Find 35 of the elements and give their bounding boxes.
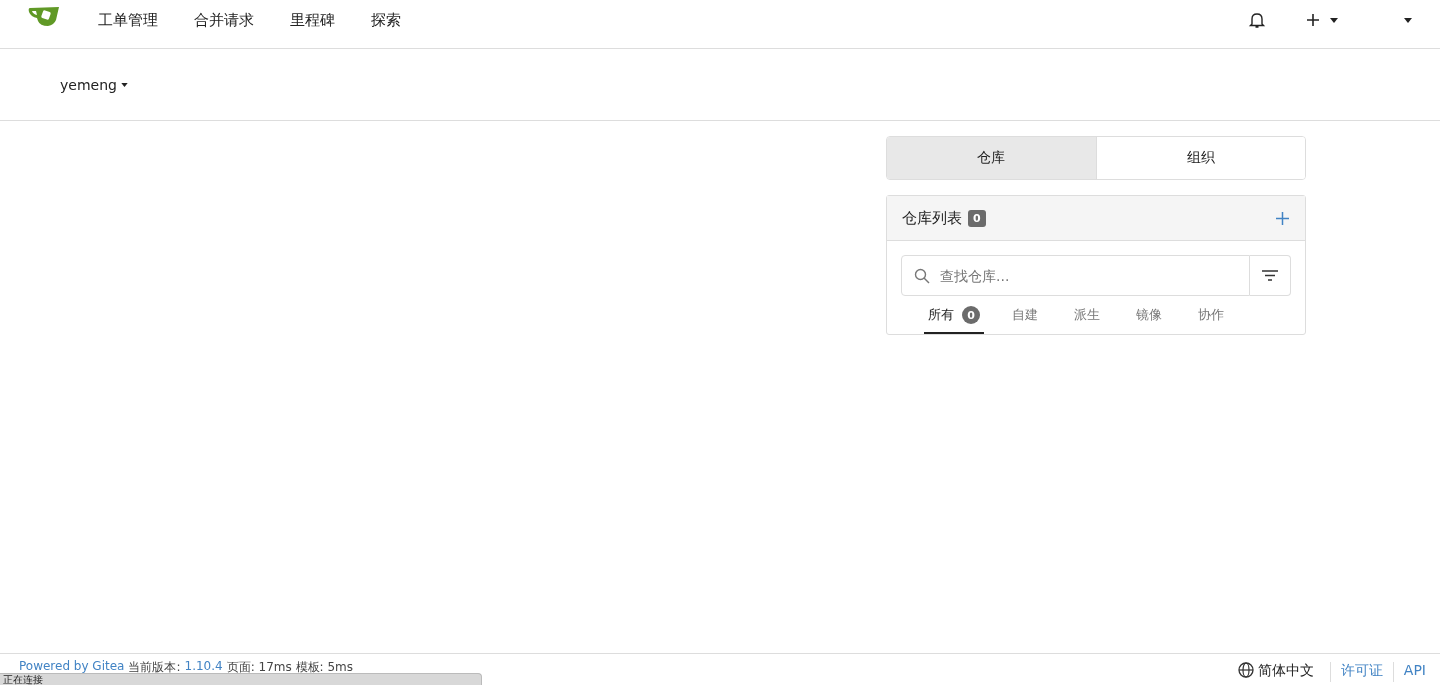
language-selector[interactable]: 简体中文 (1257, 662, 1314, 680)
footer-link[interactable]: API (1403, 662, 1426, 678)
nav-link[interactable]: 工单管理 (80, 10, 176, 30)
version-link[interactable]: 1.10.4 (184, 659, 223, 676)
plus-icon[interactable] (1306, 13, 1320, 27)
bell-icon[interactable] (1248, 11, 1266, 29)
caret-icon[interactable] (1330, 17, 1338, 23)
switch-tab[interactable]: 仓库 (887, 137, 1096, 179)
logo-icon[interactable] (28, 5, 60, 27)
plus-icon[interactable] (1276, 211, 1289, 225)
status-text: 正在连接 (3, 674, 43, 685)
search-field[interactable]: 查找仓库... (901, 255, 1250, 296)
version-label: 当前版本: (128, 659, 181, 676)
filter-tab[interactable]: 自建 (1012, 296, 1038, 334)
filter-tab[interactable]: 所有 0 (924, 296, 984, 334)
nav-link[interactable]: 探索 (353, 10, 419, 30)
filter-button[interactable] (1250, 255, 1291, 296)
filter-tab[interactable]: 派生 (1074, 296, 1100, 334)
filter-tab[interactable]: 镜像 (1136, 296, 1162, 334)
search-icon (914, 267, 930, 284)
repo-count: 0 (968, 209, 986, 227)
footer-link[interactable]: 许可证 (1340, 662, 1383, 680)
caret-icon (120, 82, 128, 87)
nav-link[interactable]: 里程碑 (272, 10, 353, 30)
caret-icon[interactable] (1404, 17, 1412, 23)
globe-icon (1237, 662, 1254, 678)
timing-text: 页面: 17ms 模板: 5ms (226, 659, 353, 676)
powered-by-link[interactable]: Powered by Gitea (19, 659, 125, 676)
nav-link[interactable]: 合并请求 (176, 10, 272, 30)
user-dropdown[interactable]: yemeng (60, 76, 128, 93)
switch-tab[interactable]: 组织 (1095, 137, 1305, 179)
filter-tab[interactable]: 协作 (1198, 296, 1224, 334)
filter-icon (1262, 270, 1278, 281)
panel-title: 仓库列表 (902, 208, 962, 228)
search-input[interactable]: 查找仓库... (938, 266, 1249, 285)
